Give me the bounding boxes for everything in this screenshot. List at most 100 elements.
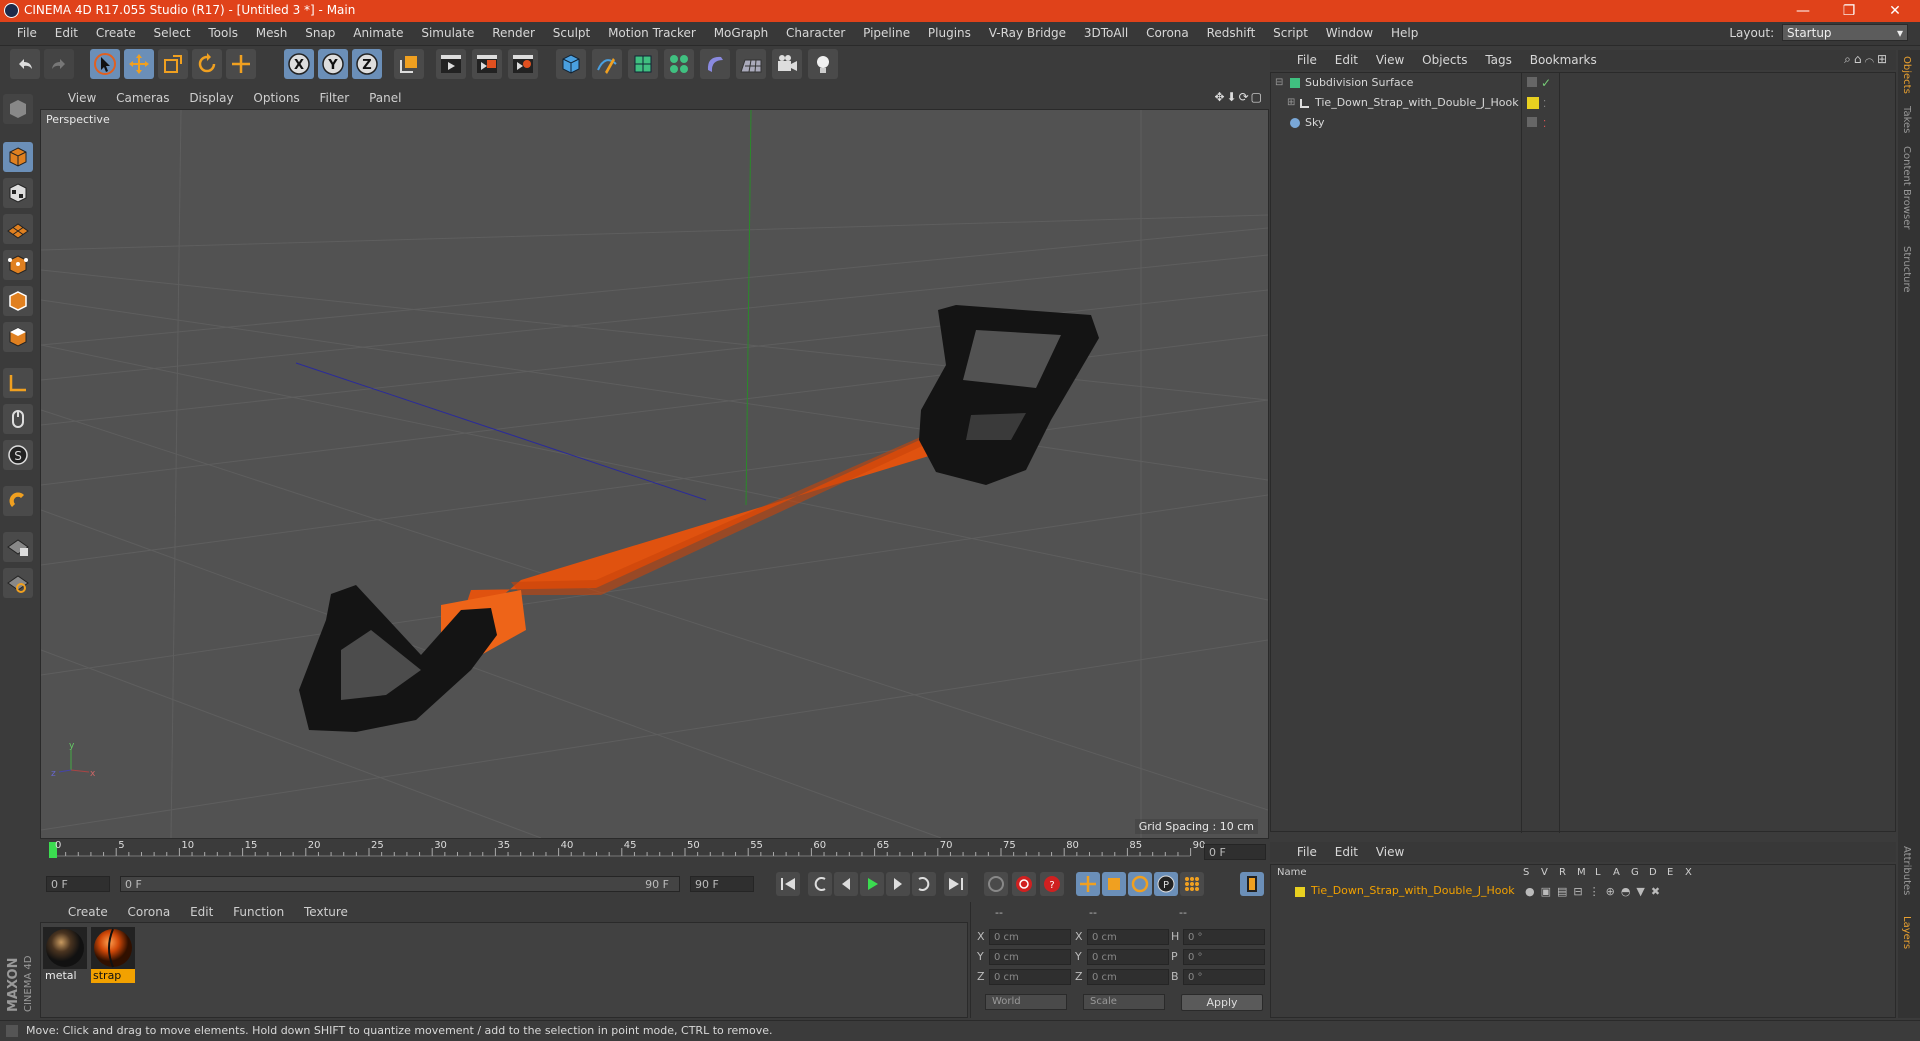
close-button[interactable]: ✕ bbox=[1872, 0, 1918, 22]
visibility-toggle[interactable] bbox=[1527, 117, 1537, 127]
layer-row[interactable]: Tie_Down_Strap_with_Double_J_Hook ●▣▤⊟⋮⊕… bbox=[1271, 883, 1895, 901]
position-y-field[interactable]: 0 cm bbox=[989, 949, 1071, 965]
size-y-field[interactable]: 0 cm bbox=[1087, 949, 1169, 965]
cloner-icon[interactable] bbox=[664, 49, 694, 79]
menu-plugins[interactable]: Plugins bbox=[921, 22, 978, 45]
key-parameter-icon[interactable]: P bbox=[1154, 872, 1178, 896]
enabled-check-icon[interactable]: ✓ bbox=[1541, 73, 1551, 93]
move-icon[interactable] bbox=[124, 49, 154, 79]
redo-icon[interactable] bbox=[44, 49, 74, 79]
magnet-icon[interactable] bbox=[3, 486, 33, 516]
previous-frame-icon[interactable] bbox=[834, 872, 858, 896]
layer-color-swatch[interactable] bbox=[1295, 887, 1305, 897]
tab-content-browser[interactable]: Content Browser bbox=[1901, 146, 1912, 229]
viewport-menu-view[interactable]: View bbox=[60, 88, 104, 108]
viewport-perspective[interactable]: y x z Perspective Grid Spacing : 10 cm bbox=[40, 109, 1269, 839]
tweak-mode-icon[interactable] bbox=[3, 404, 33, 434]
position-x-field[interactable]: 0 cm bbox=[989, 929, 1071, 945]
object-menu-tags[interactable]: Tags bbox=[1478, 50, 1519, 70]
object-menu-view[interactable]: View bbox=[1369, 50, 1411, 70]
camera-icon[interactable] bbox=[772, 49, 802, 79]
rotation-p-field[interactable]: 0 ° bbox=[1183, 949, 1265, 965]
go-to-start-icon[interactable] bbox=[776, 872, 800, 896]
key-position-icon[interactable] bbox=[1076, 872, 1100, 896]
material-menu-corona[interactable]: Corona bbox=[120, 902, 179, 922]
menu-mograph[interactable]: MoGraph bbox=[707, 22, 776, 45]
texture-mode-icon[interactable] bbox=[3, 178, 33, 208]
y-axis-icon[interactable]: Y bbox=[318, 49, 348, 79]
object-menu-objects[interactable]: Objects bbox=[1415, 50, 1474, 70]
object-menu-bookmarks[interactable]: Bookmarks bbox=[1523, 50, 1604, 70]
menu-character[interactable]: Character bbox=[779, 22, 852, 45]
world-dropdown[interactable]: World bbox=[985, 994, 1067, 1010]
axis-mode-icon[interactable] bbox=[3, 368, 33, 398]
object-manager-tools-icons[interactable]: ⌕⌂⌒⊞ bbox=[1844, 52, 1890, 67]
rotate-icon[interactable] bbox=[192, 49, 222, 79]
layer-color-swatch[interactable] bbox=[1527, 97, 1539, 109]
menu-vray-bridge[interactable]: V-Ray Bridge bbox=[982, 22, 1073, 45]
menu-mesh[interactable]: Mesh bbox=[249, 22, 295, 45]
record-active-objects-icon[interactable] bbox=[1012, 872, 1036, 896]
visibility-toggle[interactable] bbox=[1527, 77, 1537, 87]
key-scale-icon[interactable] bbox=[1102, 872, 1126, 896]
menu-window[interactable]: Window bbox=[1319, 22, 1380, 45]
menu-file[interactable]: File bbox=[10, 22, 44, 45]
menu-simulate[interactable]: Simulate bbox=[414, 22, 481, 45]
viewport-menu-options[interactable]: Options bbox=[245, 88, 307, 108]
snap-icon[interactable]: S bbox=[3, 440, 33, 470]
menu-corona[interactable]: Corona bbox=[1139, 22, 1196, 45]
floor-icon[interactable] bbox=[736, 49, 766, 79]
layer-menu-edit[interactable]: Edit bbox=[1328, 842, 1365, 862]
visibility-dots-icon[interactable]: ⁚ bbox=[1543, 95, 1546, 115]
select-arrow-icon[interactable] bbox=[90, 49, 120, 79]
subdivision-icon[interactable] bbox=[628, 49, 658, 79]
size-z-field[interactable]: 0 cm bbox=[1087, 969, 1169, 985]
render-settings-icon[interactable] bbox=[508, 49, 538, 79]
points-mode-icon[interactable] bbox=[3, 250, 33, 280]
menu-redshift[interactable]: Redshift bbox=[1200, 22, 1263, 45]
z-axis-icon[interactable]: Z bbox=[352, 49, 382, 79]
cube-icon[interactable] bbox=[556, 49, 586, 79]
size-x-field[interactable]: 0 cm bbox=[1087, 929, 1169, 945]
expand-icon[interactable]: ⊟ bbox=[1275, 73, 1283, 93]
render-picture-viewer-icon[interactable] bbox=[472, 49, 502, 79]
layer-menu-view[interactable]: View bbox=[1369, 842, 1411, 862]
viewport-menu-cameras[interactable]: Cameras bbox=[108, 88, 177, 108]
end-frame-field[interactable]: 90 F bbox=[690, 876, 754, 892]
timeline-ruler[interactable]: 0 5 10 15 20 25 30 35 40 45 50 55 60 65 70 75 80 85 90 0 F bbox=[40, 840, 1268, 864]
visibility-dots-icon[interactable]: ⁚ bbox=[1543, 115, 1546, 135]
menu-animate[interactable]: Animate bbox=[346, 22, 410, 45]
scale-icon[interactable] bbox=[158, 49, 188, 79]
polygons-mode-icon[interactable] bbox=[3, 322, 33, 352]
viewport-menu-display[interactable]: Display bbox=[181, 88, 241, 108]
material-menu-edit[interactable]: Edit bbox=[182, 902, 221, 922]
layer-menu-file[interactable]: File bbox=[1290, 842, 1324, 862]
previous-keyframe-icon[interactable] bbox=[808, 872, 832, 896]
timeline-window-icon[interactable] bbox=[1240, 872, 1264, 896]
next-keyframe-icon[interactable] bbox=[912, 872, 936, 896]
object-row-tie-down-strap[interactable]: ⊞ Tie_Down_Strap_with_Double_J_Hook ⁚ bbox=[1271, 93, 1895, 113]
material-swatch-metal[interactable]: metal bbox=[43, 927, 87, 983]
render-view-icon[interactable] bbox=[436, 49, 466, 79]
make-editable-icon[interactable] bbox=[3, 94, 33, 124]
rotation-b-field[interactable]: 0 ° bbox=[1183, 969, 1265, 985]
locked-workplane-icon[interactable] bbox=[3, 532, 33, 562]
autokeying-icon[interactable]: ? bbox=[1040, 872, 1064, 896]
object-row-subdivision-surface[interactable]: ⊟ Subdivision Surface ✓ bbox=[1271, 73, 1895, 93]
material-menu-function[interactable]: Function bbox=[225, 902, 292, 922]
menu-edit[interactable]: Edit bbox=[48, 22, 85, 45]
object-menu-file[interactable]: File bbox=[1290, 50, 1324, 70]
position-z-field[interactable]: 0 cm bbox=[989, 969, 1071, 985]
light-icon[interactable] bbox=[808, 49, 838, 79]
viewport-navigation-icons[interactable]: ✥⬇⟳▢ bbox=[1214, 90, 1264, 104]
menu-script[interactable]: Script bbox=[1266, 22, 1315, 45]
undo-icon[interactable] bbox=[10, 49, 40, 79]
tab-objects[interactable]: Objects bbox=[1901, 56, 1912, 94]
material-menu-create[interactable]: Create bbox=[60, 902, 116, 922]
edges-mode-icon[interactable] bbox=[3, 286, 33, 316]
scale-dropdown[interactable]: Scale bbox=[1083, 994, 1165, 1010]
pen-spline-icon[interactable] bbox=[592, 49, 622, 79]
model-mode-icon[interactable] bbox=[3, 142, 33, 172]
tab-structure[interactable]: Structure bbox=[1901, 246, 1912, 293]
menu-render[interactable]: Render bbox=[485, 22, 542, 45]
